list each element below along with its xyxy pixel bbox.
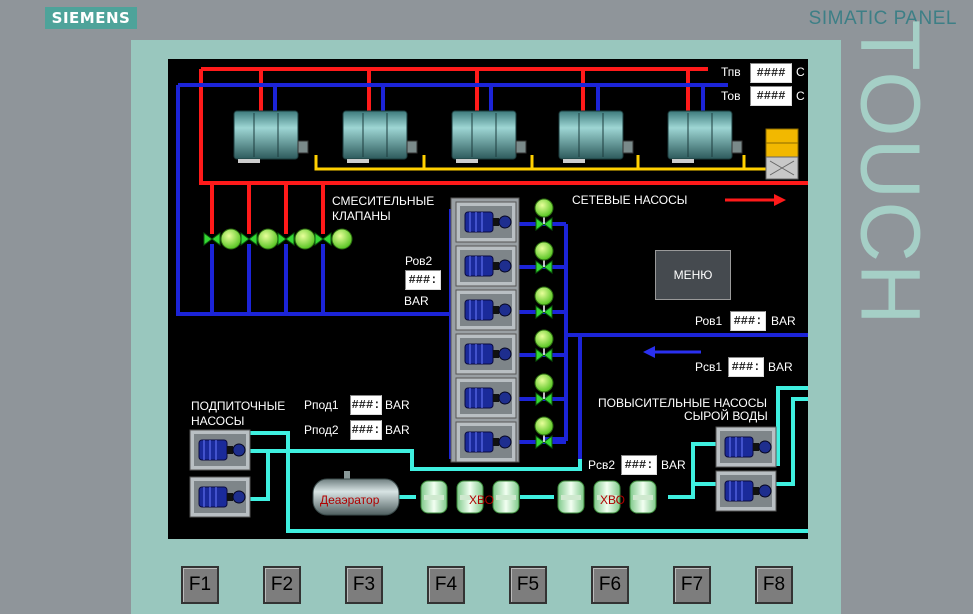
rov1-field[interactable]: ###:: [730, 311, 766, 331]
rsv1-unit: BAR: [768, 360, 793, 374]
boiler-2: [342, 110, 418, 164]
network-pump-4[interactable]: [455, 333, 517, 375]
makeup-pumps-label-2: НАСОСЫ: [191, 414, 245, 428]
boiler-1: [233, 110, 309, 164]
f1-key[interactable]: F1: [181, 566, 219, 604]
network-pumps-label: СЕТЕВЫЕ НАСОСЫ: [572, 193, 688, 207]
rov1-label: Ров1: [695, 314, 723, 328]
hvo-1-label: ХВО: [469, 493, 494, 507]
deaerator-label: Деаэратор: [320, 493, 380, 507]
rpod2-label: Рпод2: [304, 423, 339, 437]
tov-unit: С: [796, 89, 805, 103]
f8-key[interactable]: F8: [755, 566, 793, 604]
makeup-pump-2[interactable]: [189, 476, 251, 518]
booster-pumps: [715, 426, 777, 512]
rpod1-label: Рпод1: [304, 398, 339, 412]
mixing-valves: [203, 228, 353, 250]
rov2-field[interactable]: ###:: [405, 270, 441, 290]
hvo-2-label: ХВО: [600, 493, 625, 507]
rpod1-field[interactable]: ###:: [350, 395, 382, 415]
network-pump-5[interactable]: [455, 377, 517, 419]
booster-pump-1[interactable]: [715, 426, 777, 468]
tpv-label: Тпв: [721, 65, 741, 79]
f4-key[interactable]: F4: [427, 566, 465, 604]
hmi-screen: Тпв #### С Тов #### С СМЕСИТЕЛЬНЫЕ КЛАПА…: [168, 59, 808, 539]
rpod2-unit: BAR: [385, 423, 410, 437]
rov1-unit: BAR: [771, 314, 796, 328]
tpv-unit: С: [796, 65, 805, 79]
mixing-valves-label-2: КЛАПАНЫ: [332, 209, 391, 223]
f2-key[interactable]: F2: [263, 566, 301, 604]
rsv1-field[interactable]: ###:: [728, 357, 764, 377]
touch-label: TOUCH: [844, 19, 938, 326]
network-pump-6[interactable]: [455, 421, 517, 463]
rov2-label: Ров2: [405, 254, 433, 268]
booster-pumps-label-2: СЫРОЙ ВОДЫ: [684, 409, 768, 423]
boiler-4: [558, 110, 634, 164]
network-pump-valves: [534, 198, 554, 449]
network-pump-3[interactable]: [455, 289, 517, 331]
booster-pumps-label-1: ПОВЫСИТЕЛЬНЫЕ НАСОСЫ: [598, 396, 768, 410]
flow-arrow-right: [725, 194, 786, 206]
tov-label: Тов: [721, 89, 741, 103]
network-pumps: [450, 197, 520, 463]
rov2-unit: BAR: [404, 294, 429, 308]
rsv2-unit: BAR: [661, 458, 686, 472]
f7-key[interactable]: F7: [673, 566, 711, 604]
rsv2-field[interactable]: ###:: [621, 455, 657, 475]
makeup-pumps-label-1: ПОДПИТОЧНЫЕ: [191, 399, 286, 413]
f5-key[interactable]: F5: [509, 566, 547, 604]
network-pump-1[interactable]: [455, 201, 517, 243]
network-pump-2[interactable]: [455, 245, 517, 287]
booster-pump-2[interactable]: [715, 470, 777, 512]
touch-label-text: TOUCH: [843, 19, 938, 327]
tov-field[interactable]: ####: [750, 86, 792, 106]
rsv1-label: Рсв1: [695, 360, 723, 374]
tpv-field[interactable]: ####: [750, 63, 792, 83]
menu-button[interactable]: МЕНЮ: [655, 250, 731, 300]
rsv2-label: Рсв2: [588, 458, 616, 472]
boiler-3: [451, 110, 527, 164]
makeup-pumps: [189, 429, 251, 518]
rpod2-field[interactable]: ###:: [350, 420, 382, 440]
fuel-unit: [765, 128, 799, 180]
mixing-valves-label-1: СМЕСИТЕЛЬНЫЕ: [332, 194, 435, 208]
makeup-pump-1[interactable]: [189, 429, 251, 471]
boilers: [233, 110, 743, 164]
flow-arrow-left: [643, 346, 701, 358]
siemens-logo: SIEMENS: [45, 7, 137, 29]
rpod1-unit: BAR: [385, 398, 410, 412]
f6-key[interactable]: F6: [591, 566, 629, 604]
boiler-5: [667, 110, 743, 164]
f3-key[interactable]: F3: [345, 566, 383, 604]
